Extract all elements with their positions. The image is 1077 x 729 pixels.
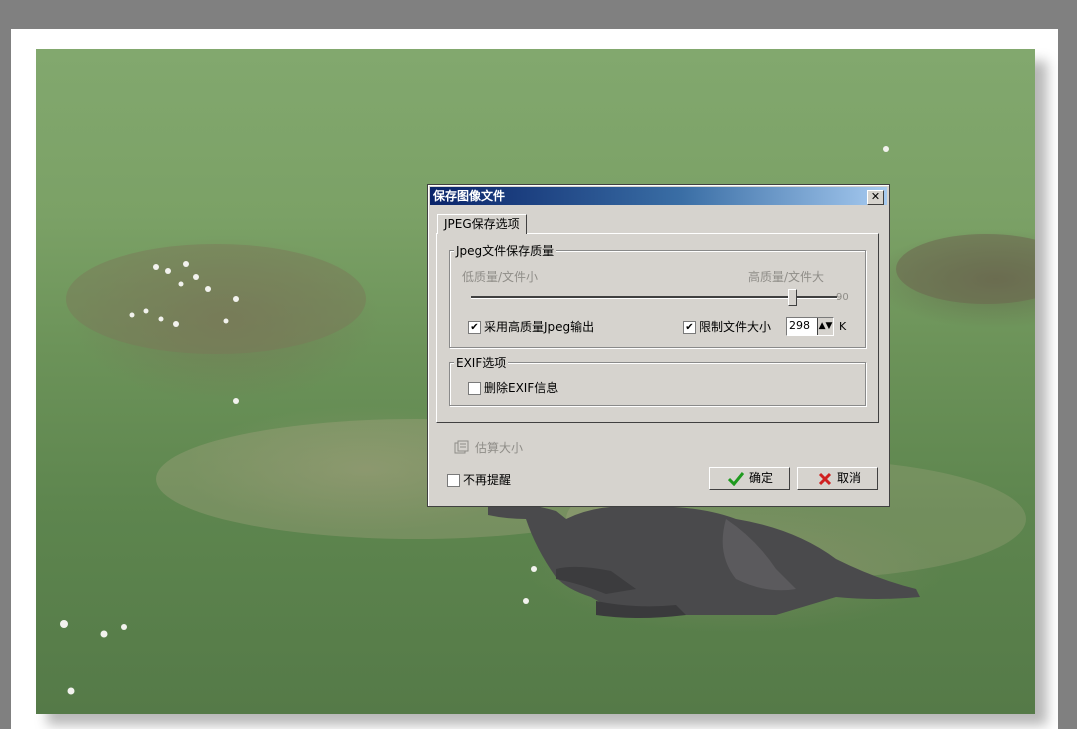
size-input[interactable]: 298: [789, 319, 810, 332]
high-quality-label: 高质量/文件大: [748, 270, 825, 284]
quality-value: 90: [836, 292, 849, 303]
low-quality-label: 低质量/文件小: [462, 270, 539, 284]
estimate-size-button[interactable]: 估算大小: [454, 438, 534, 456]
save-image-dialog: 保存图像文件 ✕ JPEG保存选项 Jpeg文件保存质量 低质量/文件小 高质量…: [427, 184, 890, 507]
dialog-title: 保存图像文件: [433, 189, 506, 203]
cancel-button[interactable]: 取消: [797, 467, 878, 490]
no-remind-checkbox[interactable]: [447, 474, 460, 487]
remove-exif-label: 删除EXIF信息: [484, 381, 559, 395]
checkmark-icon: [728, 472, 744, 486]
slider-thumb[interactable]: [788, 289, 797, 306]
estimate-size-label: 估算大小: [475, 441, 524, 455]
close-icon[interactable]: ✕: [867, 190, 884, 205]
slider-track[interactable]: [471, 296, 837, 299]
no-remind-label: 不再提醒: [463, 473, 512, 487]
spinner-arrows-icon[interactable]: ▲▼: [817, 318, 833, 335]
limit-size-label: 限制文件大小: [699, 320, 772, 334]
quality-group-label: Jpeg文件保存质量: [454, 242, 557, 259]
high-quality-output-label: 采用高质量Jpeg输出: [484, 320, 595, 334]
x-icon: [818, 472, 832, 486]
tab-jpeg-options[interactable]: JPEG保存选项: [437, 214, 527, 234]
dialog-titlebar[interactable]: 保存图像文件 ✕: [430, 187, 887, 205]
cancel-label: 取消: [837, 471, 862, 485]
calculator-icon: [454, 440, 469, 454]
remove-exif-checkbox[interactable]: [468, 382, 481, 395]
size-spinner[interactable]: 298 ▲▼: [786, 317, 834, 336]
ok-button[interactable]: 确定: [709, 467, 790, 490]
ok-label: 确定: [749, 471, 774, 485]
high-quality-checkbox[interactable]: ✔: [468, 321, 481, 334]
tab-panel: Jpeg文件保存质量 低质量/文件小 高质量/文件大 90 ✔ 采用高质量Jpe…: [436, 233, 879, 423]
exif-group-label: EXIF选项: [454, 354, 509, 371]
limit-size-checkbox[interactable]: ✔: [683, 321, 696, 334]
size-unit: K: [839, 320, 847, 333]
